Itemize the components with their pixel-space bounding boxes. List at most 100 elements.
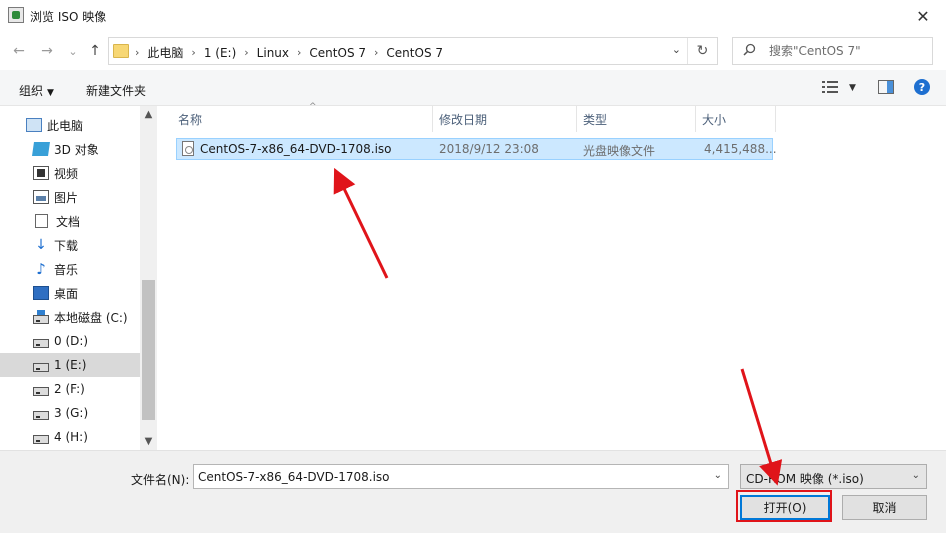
drive-icon — [33, 410, 49, 420]
sidebar-item-documents[interactable]: 文档 — [0, 209, 140, 233]
organize-button[interactable]: 组织 ▼ — [19, 82, 54, 99]
column-header-type[interactable]: 类型 — [577, 106, 696, 132]
dialog-footer: 文件名(N): ⌄ CD-ROM 映像 (*.iso) ⌄ 打开(O) 取消 — [0, 450, 946, 533]
chevron-down-icon: ⌄ — [911, 470, 920, 481]
navigation-bar: ← → ⌄ ↑ › 此电脑 › 1 (E:) › Linux › CentOS … — [0, 32, 946, 70]
breadcrumb-separator[interactable]: › — [297, 46, 301, 59]
sidebar-item-3d-objects[interactable]: 3D 对象 — [0, 137, 140, 161]
sidebar-item-desktop[interactable]: 桌面 — [0, 281, 140, 305]
download-arrow-icon: ↓ — [35, 237, 47, 253]
sidebar-item-drive-g[interactable]: 3 (G:) — [0, 401, 140, 425]
sidebar-item-pictures[interactable]: 图片 — [0, 185, 140, 209]
sidebar-item-label: 音乐 — [54, 262, 79, 277]
sidebar-item-drive-e[interactable]: 1 (E:) — [0, 353, 140, 377]
sidebar-item-downloads[interactable]: ↓ 下载 — [0, 233, 140, 257]
drive-icon — [33, 338, 49, 348]
cancel-button[interactable]: 取消 — [842, 495, 927, 520]
title-bar: 浏览 ISO 映像 ✕ — [0, 0, 946, 32]
preview-pane-icon[interactable] — [878, 80, 894, 94]
sidebar-item-label: 文档 — [56, 214, 81, 229]
breadcrumb-item-this-pc[interactable]: 此电脑 — [147, 44, 183, 61]
new-folder-button[interactable]: 新建文件夹 — [86, 82, 146, 99]
breadcrumb-item-centos7[interactable]: CentOS 7 — [309, 46, 366, 60]
column-header-size[interactable]: 大小 — [696, 106, 776, 132]
open-button[interactable]: 打开(O) — [740, 495, 830, 520]
sort-ascending-icon: ^ — [309, 102, 317, 112]
breadcrumb-item-linux[interactable]: Linux — [257, 46, 289, 60]
close-button[interactable]: ✕ — [900, 0, 946, 32]
column-header-label: 名称 — [178, 112, 203, 127]
folder-icon — [113, 44, 129, 58]
breadcrumb-separator[interactable]: › — [244, 46, 248, 59]
breadcrumb-item-drive-e[interactable]: 1 (E:) — [204, 46, 236, 60]
sidebar-item-drive-c[interactable]: 本地磁盘 (C:) — [0, 305, 140, 329]
column-header-date[interactable]: 修改日期 — [433, 106, 577, 132]
filename-combobox[interactable]: ⌄ — [193, 464, 729, 489]
sidebar-item-label: 本地磁盘 (C:) — [54, 310, 128, 325]
sidebar-item-videos[interactable]: 视频 — [0, 161, 140, 185]
file-type: 光盘映像文件 — [583, 144, 656, 158]
scroll-down-icon[interactable]: ▼ — [140, 433, 157, 450]
sidebar-item-drive-h[interactable]: 4 (H:) — [0, 425, 140, 449]
navigation-pane: 此电脑 3D 对象 视频 图片 文档 ↓ 下载 ♪ 音乐 桌面 本地磁盘 (C:… — [0, 106, 157, 450]
file-type-select[interactable]: CD-ROM 映像 (*.iso) ⌄ — [740, 464, 927, 489]
app-icon — [8, 7, 24, 23]
sidebar-item-label: 3 (G:) — [54, 406, 89, 420]
scroll-up-icon[interactable]: ▲ — [140, 106, 157, 123]
picture-icon — [33, 190, 49, 204]
sidebar-item-label: 4 (H:) — [54, 430, 88, 444]
window-title: 浏览 ISO 映像 — [30, 10, 107, 24]
disc-image-file-icon — [182, 141, 194, 156]
breadcrumb-separator[interactable]: › — [191, 46, 195, 59]
file-date: 2018/9/12 23:08 — [439, 142, 539, 156]
breadcrumb-item-centos7-current[interactable]: CentOS 7 — [386, 46, 443, 60]
search-box[interactable] — [732, 37, 933, 65]
filename-label: 文件名(N): — [131, 473, 190, 487]
file-type-value: CD-ROM 映像 (*.iso) — [746, 472, 864, 486]
sidebar-item-label: 图片 — [54, 190, 79, 205]
drive-icon — [33, 434, 49, 444]
sidebar-item-label: 3D 对象 — [54, 142, 99, 157]
system-drive-icon — [33, 309, 49, 324]
forward-arrow-icon[interactable]: → — [36, 40, 58, 62]
breadcrumb: › 此电脑 › 1 (E:) › Linux › CentOS 7 › Cent… — [135, 44, 443, 61]
scrollbar-thumb[interactable] — [142, 280, 155, 420]
command-bar: 组织 ▼ 新建文件夹 ▼ ? — [0, 70, 946, 106]
sidebar-item-label: 2 (F:) — [54, 382, 85, 396]
breadcrumb-separator[interactable]: › — [374, 46, 378, 59]
chevron-down-icon[interactable]: ⌄ — [714, 470, 722, 481]
address-bar[interactable]: › 此电脑 › 1 (E:) › Linux › CentOS 7 › Cent… — [108, 37, 718, 65]
sidebar-item-label: 0 (D:) — [54, 334, 89, 348]
column-header-name[interactable]: ^ 名称 — [172, 102, 433, 132]
sidebar-item-label: 下载 — [54, 238, 79, 253]
desktop-icon — [33, 286, 49, 300]
sidebar-item-drive-f[interactable]: 2 (F:) — [0, 377, 140, 401]
sidebar-item-this-pc[interactable]: 此电脑 — [0, 113, 140, 137]
sidebar-item-label: 此电脑 — [47, 118, 84, 133]
breadcrumb-separator: › — [135, 46, 140, 59]
filename-input[interactable] — [198, 469, 698, 485]
search-icon — [743, 43, 756, 60]
drive-icon — [33, 386, 49, 396]
recent-locations-icon[interactable]: ⌄ — [62, 40, 84, 62]
file-row[interactable]: CentOS-7-x86_64-DVD-1708.iso 2018/9/12 2… — [176, 138, 777, 160]
view-options-icon[interactable] — [822, 81, 838, 97]
organize-label: 组织 — [19, 84, 44, 98]
sidebar-item-label: 视频 — [54, 166, 79, 181]
navigation-scrollbar[interactable]: ▲ ▼ — [140, 106, 157, 450]
address-dropdown-icon[interactable]: ⌄ — [672, 43, 681, 56]
drive-icon — [33, 362, 49, 372]
help-icon[interactable]: ? — [914, 79, 930, 95]
refresh-icon[interactable]: ↻ — [687, 38, 717, 64]
view-dropdown-icon[interactable]: ▼ — [849, 83, 856, 93]
chevron-down-icon: ▼ — [47, 88, 54, 98]
sidebar-item-music[interactable]: ♪ 音乐 — [0, 257, 140, 281]
cube-icon — [32, 142, 50, 156]
document-icon — [35, 214, 48, 228]
music-note-icon: ♪ — [36, 260, 46, 278]
back-arrow-icon[interactable]: ← — [8, 40, 30, 62]
search-input[interactable] — [769, 43, 927, 59]
up-arrow-icon[interactable]: ↑ — [84, 40, 106, 62]
file-name: CentOS-7-x86_64-DVD-1708.iso — [200, 142, 392, 156]
sidebar-item-drive-d[interactable]: 0 (D:) — [0, 329, 140, 353]
